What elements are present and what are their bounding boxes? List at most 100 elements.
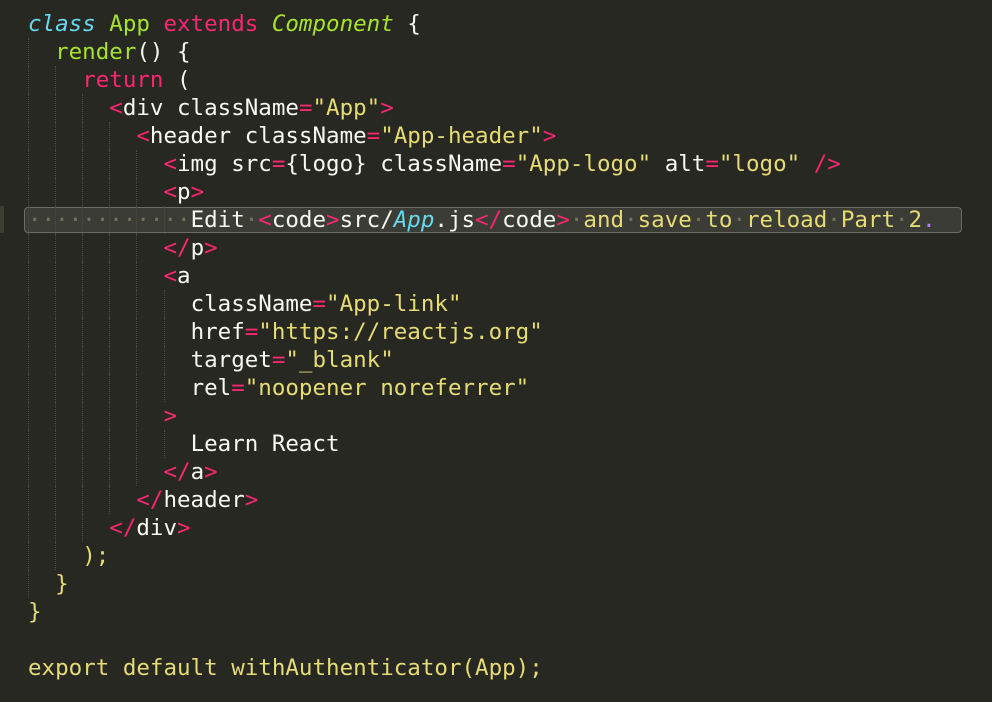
code-token: App [393,207,435,233]
code-token: · [569,207,584,233]
code-token: /> [813,151,841,177]
code-text: <img src={logo} className="App-logo" alt… [28,150,841,178]
code-line[interactable]: > [0,402,992,430]
code-line[interactable]: <p> [0,178,992,206]
code-token: p [177,179,191,205]
code-token: href [190,319,245,345]
code-token: </ [136,487,164,513]
code-token: > [163,403,178,429]
code-line[interactable]: class App extends Component { [0,10,992,38]
code-line[interactable]: <div className="App"> [0,94,992,122]
code-token: = [298,95,313,121]
code-token: className [190,291,313,317]
code-token: () { [136,39,191,65]
code-line[interactable]: </a> [0,458,992,486]
code-line[interactable]: Learn React [0,430,992,458]
code-line[interactable]: } [0,570,992,598]
code-line[interactable]: export default withAuthenticator(App); [0,654,992,682]
code-text: <header className="App-header"> [28,122,556,150]
code-token: div [136,515,178,541]
code-line[interactable]: </div> [0,514,992,542]
code-token: < [163,263,178,289]
code-token: < [136,123,150,149]
code-token: = [271,151,286,177]
code-line[interactable]: } [0,598,992,626]
code-token: </ [109,515,137,541]
code-token: to [705,207,733,233]
code-token: > [326,207,340,233]
code-token: and [583,207,625,233]
code-token: · [624,207,638,233]
code-line[interactable]: href="https://reactjs.org" [0,318,992,346]
code-line[interactable] [0,626,992,654]
code-text: target="_blank" [28,346,394,374]
code-token: img [177,151,218,177]
code-text: </p> [28,234,218,262]
code-token: default [122,655,218,681]
code-token: > [244,487,259,513]
code-text: return ( [28,66,191,94]
code-token: .js [434,207,476,233]
code-token: src/ [339,207,394,233]
code-line[interactable]: <img src={logo} className="App-logo" alt… [0,150,992,178]
code-token: ( [163,67,191,93]
code-text: href="https://reactjs.org" [28,318,543,346]
code-line[interactable]: <a [0,262,992,290]
code-text: className="App-link" [28,290,462,318]
code-line[interactable]: </header> [0,486,992,514]
code-line[interactable]: className="App-link" [0,290,992,318]
code-token: Component [271,11,394,37]
code-text: export default withAuthenticator(App); [28,654,543,682]
code-token: header [149,123,232,149]
code-text: ); [28,542,109,570]
code-token: extends [163,11,259,37]
code-text: ············Edit·<code>src/App.js</code>… [28,206,936,234]
code-line[interactable]: render() { [0,38,992,66]
code-token: > [380,95,394,121]
code-line[interactable]: ); [0,542,992,570]
code-token: < [163,179,178,205]
code-token: </ [475,207,503,233]
code-line[interactable]: <header className="App-header"> [0,122,992,150]
code-token: {logo} [285,151,367,177]
code-token: "logo" [718,151,801,177]
code-token: class [28,11,96,37]
code-token: > [190,179,205,205]
code-token: "App-link" [326,291,462,317]
code-token: src [217,151,272,177]
code-token: Edit [190,207,245,233]
code-token: · [895,207,909,233]
code-token: ············ [28,207,191,233]
code-token: "noopener noreferrer" [244,375,530,401]
code-line[interactable]: return ( [0,66,992,94]
code-token: < [163,151,178,177]
code-token: "https://reactjs.org" [258,319,543,345]
code-token: App [109,11,150,37]
code-text: class App extends Component { [28,10,421,38]
code-line[interactable]: target="_blank" [0,346,992,374]
code-editor[interactable]: class App extends Component { render() {… [0,0,992,702]
code-text: <p> [28,178,204,206]
code-token: code [502,207,557,233]
code-token: Part [840,207,895,233]
code-text: </header> [28,486,258,514]
code-line[interactable]: </p> [0,234,992,262]
code-line[interactable]: ············Edit·<code>src/App.js</code>… [0,206,992,234]
code-token: > [204,235,218,261]
code-token: reload [745,207,828,233]
code-line[interactable]: rel="noopener noreferrer" [0,374,992,402]
code-token: "App-header" [380,123,543,149]
code-token: save [637,207,692,233]
code-token: { [393,11,421,37]
